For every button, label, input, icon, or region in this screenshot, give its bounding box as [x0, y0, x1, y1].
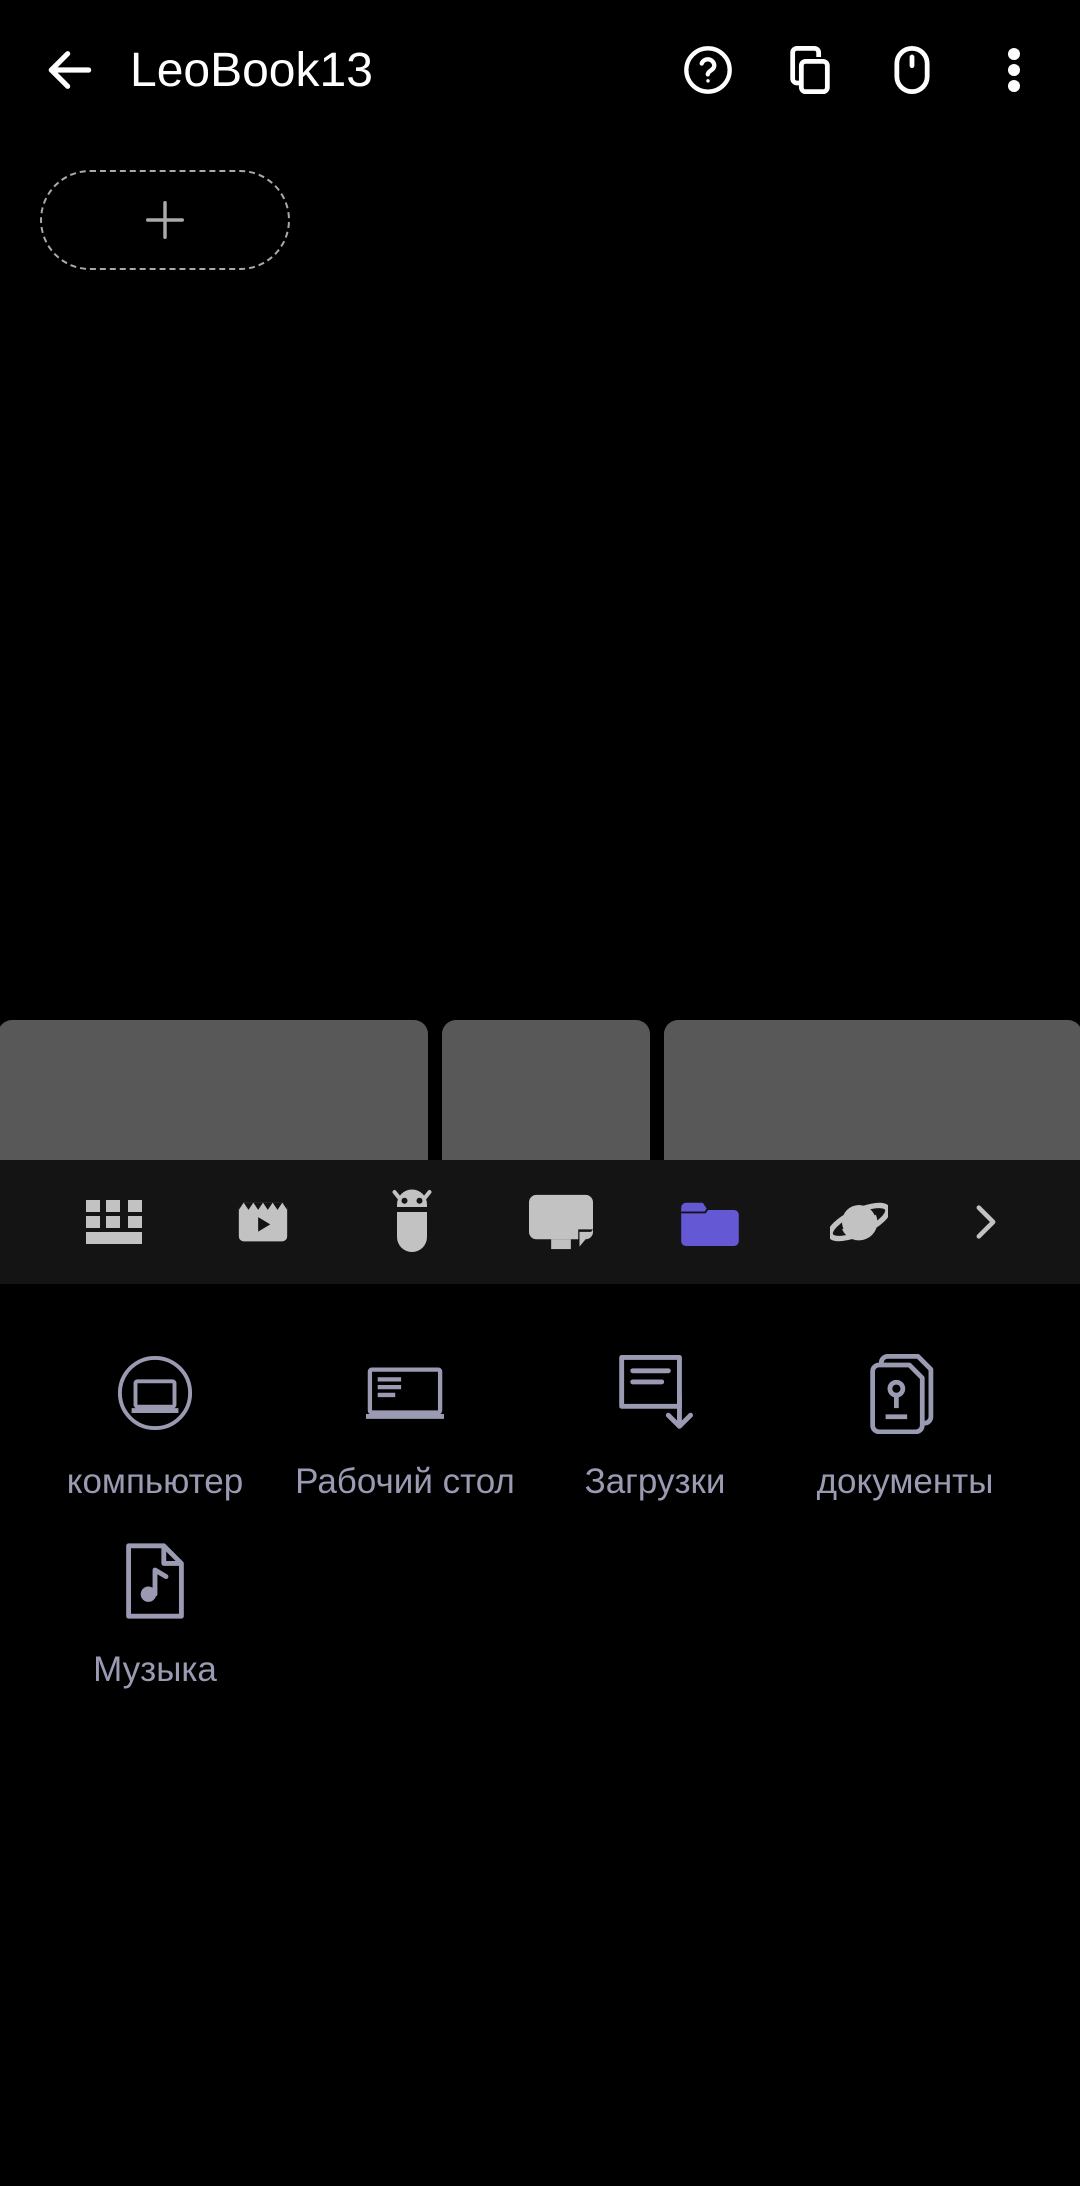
arrow-left-icon: [42, 42, 98, 98]
folder-icon: [681, 1198, 739, 1246]
folder-music[interactable]: Музыка: [40, 1542, 270, 1690]
tab-folder[interactable]: [674, 1186, 746, 1258]
recent-card[interactable]: [0, 1020, 428, 1160]
plus-icon: [142, 197, 188, 243]
header: LeoBook13: [0, 0, 1080, 140]
video-icon: [234, 1193, 292, 1251]
mouse-button[interactable]: [886, 44, 938, 96]
recent-card[interactable]: [442, 1020, 650, 1160]
more-vertical-icon: [1008, 44, 1020, 96]
tab-keyboard[interactable]: [78, 1186, 150, 1258]
recent-card[interactable]: [664, 1020, 1080, 1160]
folder-desktop[interactable]: Рабочий стол: [290, 1354, 520, 1502]
mouse-icon: [892, 44, 932, 96]
remote-desktop-icon: [529, 1194, 593, 1250]
documents-icon: [866, 1354, 944, 1432]
header-actions: [682, 44, 1040, 96]
empty-area: [0, 270, 1080, 1020]
folder-label: документы: [817, 1462, 994, 1502]
more-button[interactable]: [988, 44, 1040, 96]
help-icon: [682, 44, 734, 96]
tab-browser[interactable]: [823, 1186, 895, 1258]
folder-label: Загрузки: [585, 1462, 726, 1502]
computer-icon: [116, 1354, 194, 1432]
help-button[interactable]: [682, 44, 734, 96]
tab-android[interactable]: [376, 1186, 448, 1258]
copy-button[interactable]: [784, 44, 836, 96]
folder-grid: компьютер Рабочий стол Загрузки: [0, 1284, 1080, 1760]
keyboard-icon: [86, 1200, 142, 1244]
folder-label: Рабочий стол: [295, 1462, 515, 1502]
folder-downloads[interactable]: Загрузки: [540, 1354, 770, 1502]
recent-cards-row: [0, 1020, 1080, 1160]
folder-label: компьютер: [67, 1462, 243, 1502]
android-debug-icon: [382, 1189, 442, 1255]
chevron-right-icon: [975, 1204, 997, 1240]
planet-icon: [830, 1193, 888, 1251]
music-icon: [116, 1542, 194, 1620]
back-button[interactable]: [40, 40, 100, 100]
downloads-icon: [616, 1354, 694, 1432]
add-button[interactable]: [40, 170, 290, 270]
desktop-icon: [366, 1354, 444, 1432]
page-title: LeoBook13: [130, 43, 682, 98]
tab-remote-desktop[interactable]: [525, 1186, 597, 1258]
folder-label: Музыка: [93, 1650, 217, 1690]
folder-computer[interactable]: компьютер: [40, 1354, 270, 1502]
tab-scroll-right[interactable]: [971, 1207, 1001, 1237]
tab-bar: [0, 1160, 1080, 1284]
tab-video[interactable]: [227, 1186, 299, 1258]
copy-icon: [784, 44, 836, 96]
folder-documents[interactable]: документы: [790, 1354, 1020, 1502]
